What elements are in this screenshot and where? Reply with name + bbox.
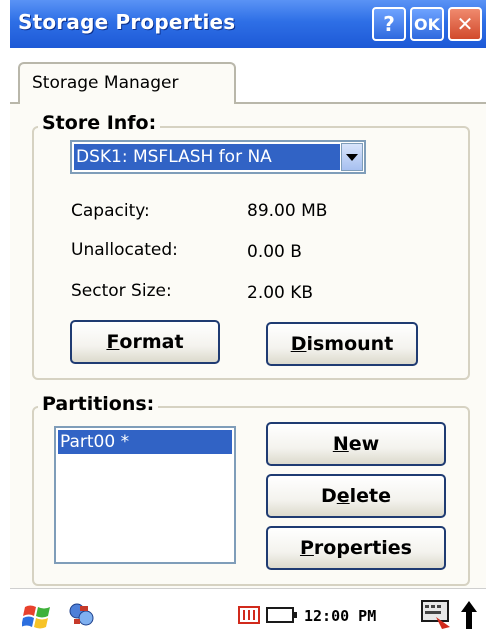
- clock-time[interactable]: 12:00 PM: [304, 607, 376, 625]
- ok-button[interactable]: OK: [410, 7, 444, 41]
- delete-accel: e: [336, 485, 350, 507]
- dropdown-button[interactable]: [341, 143, 363, 171]
- delete-label: lete: [349, 485, 392, 507]
- new-button[interactable]: New: [266, 422, 446, 466]
- format-accel: F: [106, 331, 120, 353]
- tab-label: Storage Manager: [32, 73, 179, 93]
- close-button[interactable]: ✕: [448, 7, 482, 41]
- tab-storage-manager[interactable]: Storage Manager: [18, 62, 236, 104]
- title-bar: Storage Properties ? OK ✕: [10, 0, 486, 48]
- window-title: Storage Properties: [18, 10, 236, 34]
- device-screen: Storage Properties ? OK ✕ Storage Manage…: [10, 0, 486, 641]
- format-button[interactable]: Format: [70, 320, 220, 364]
- unallocated-label: Unallocated:: [71, 240, 178, 260]
- memory-card-icon[interactable]: [237, 604, 261, 626]
- new-accel: N: [332, 433, 349, 455]
- chevron-down-icon: [346, 153, 358, 161]
- sector-size-value: 2.00 KB: [247, 283, 314, 303]
- properties-label: roperties: [313, 537, 412, 559]
- partitions-title: Partitions:: [38, 393, 159, 415]
- taskbar: 12:00 PM: [10, 588, 486, 641]
- dismount-button[interactable]: Dismount: [266, 322, 418, 366]
- new-label: ew: [348, 433, 380, 455]
- unallocated-value: 0.00 B: [247, 242, 302, 262]
- store-select-value: DSK1: MSFLASH for NA: [74, 144, 340, 170]
- dismount-label: ismount: [306, 333, 394, 355]
- capacity-label: Capacity:: [71, 201, 150, 221]
- partitions-list[interactable]: Part00 *: [54, 426, 236, 564]
- dismount-accel: D: [290, 333, 307, 355]
- keyboard-input-icon[interactable]: [420, 599, 454, 631]
- delete-pre: D: [320, 485, 337, 507]
- properties-button[interactable]: Properties: [266, 526, 446, 570]
- help-button[interactable]: ?: [372, 7, 406, 41]
- properties-accel: P: [299, 537, 314, 559]
- up-arrow-icon[interactable]: [460, 599, 478, 631]
- format-label: ormat: [119, 331, 184, 353]
- battery-icon[interactable]: [266, 607, 298, 623]
- sector-size-label: Sector Size:: [71, 281, 172, 301]
- network-sync-icon[interactable]: [68, 602, 96, 628]
- store-info-title: Store Info:: [38, 112, 161, 134]
- list-item[interactable]: Part00 *: [58, 430, 232, 454]
- start-windows-icon[interactable]: [22, 601, 54, 631]
- capacity-value: 89.00 MB: [247, 201, 328, 221]
- delete-button[interactable]: De lete: [266, 474, 446, 518]
- store-select[interactable]: DSK1: MSFLASH for NA: [70, 140, 366, 174]
